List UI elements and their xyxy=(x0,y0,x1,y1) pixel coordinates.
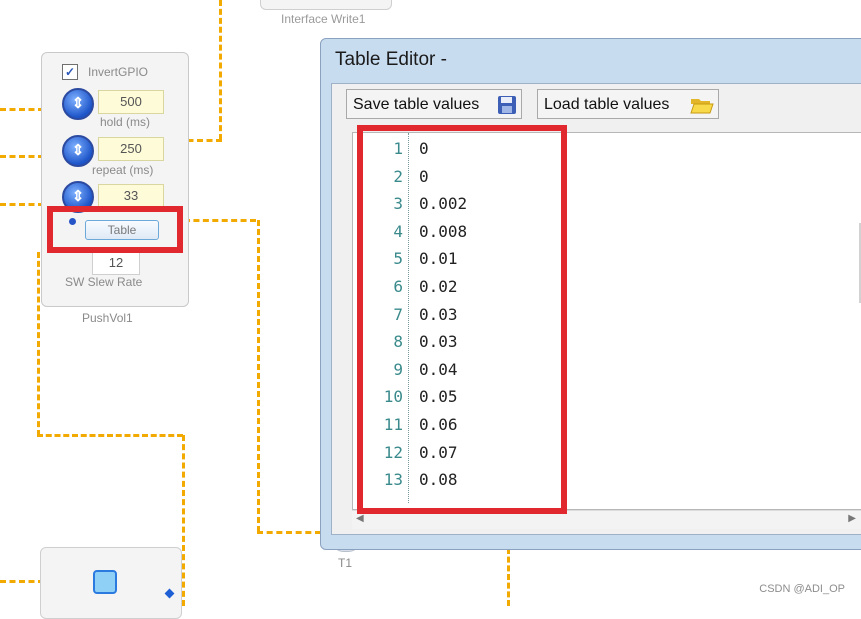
highlight-box xyxy=(357,125,567,514)
invert-gpio-label: InvertGPIO xyxy=(88,65,149,79)
interface-write-block[interactable] xyxy=(260,0,392,10)
block-icon xyxy=(93,570,117,594)
wire xyxy=(257,531,321,534)
highlight-box xyxy=(47,206,183,253)
repeat-label: repeat (ms) xyxy=(92,163,154,177)
wire xyxy=(257,220,260,532)
window-title: Table Editor - xyxy=(335,49,447,70)
watermark: CSDN @ADI_OP xyxy=(759,583,845,595)
wire xyxy=(37,434,183,437)
load-table-label: Load table values xyxy=(544,96,670,113)
slew-label: SW Slew Rate xyxy=(65,275,143,289)
wire xyxy=(0,108,44,111)
wire xyxy=(219,0,222,140)
pushvol-block[interactable]: ✓ InvertGPIO ⇕ 500 hold (ms) ⇕ 250 repea… xyxy=(41,52,189,307)
wire xyxy=(37,252,40,436)
hold-value-box[interactable]: 500 xyxy=(98,90,164,114)
wire xyxy=(184,219,256,222)
save-table-label: Save table values xyxy=(353,96,480,113)
interface-write-label: Interface Write1 xyxy=(281,12,366,26)
wire xyxy=(0,203,44,206)
folder-open-icon xyxy=(690,99,714,114)
pushvol-name: PushVol1 xyxy=(82,311,133,325)
wire xyxy=(0,580,44,583)
hold-label: hold (ms) xyxy=(100,115,151,129)
invert-gpio-checkbox[interactable]: ✓ xyxy=(62,64,78,80)
knob-icon[interactable]: ⇕ xyxy=(62,88,94,120)
scroll-left-icon[interactable]: ◀ xyxy=(356,513,364,524)
save-icon xyxy=(498,96,516,114)
third-value-box[interactable]: 33 xyxy=(98,184,164,208)
wire xyxy=(182,435,185,606)
save-table-button[interactable]: Save table values xyxy=(346,89,522,119)
wire xyxy=(507,548,510,606)
scroll-right-icon[interactable]: ▶ xyxy=(848,513,856,524)
repeat-value-box[interactable]: 250 xyxy=(98,137,164,161)
t1-label: T1 xyxy=(338,556,353,570)
load-table-button[interactable]: Load table values xyxy=(537,89,719,119)
wire xyxy=(0,155,44,158)
slew-value-box[interactable]: 12 xyxy=(92,251,140,275)
knob-icon[interactable]: ⇕ xyxy=(62,135,94,167)
